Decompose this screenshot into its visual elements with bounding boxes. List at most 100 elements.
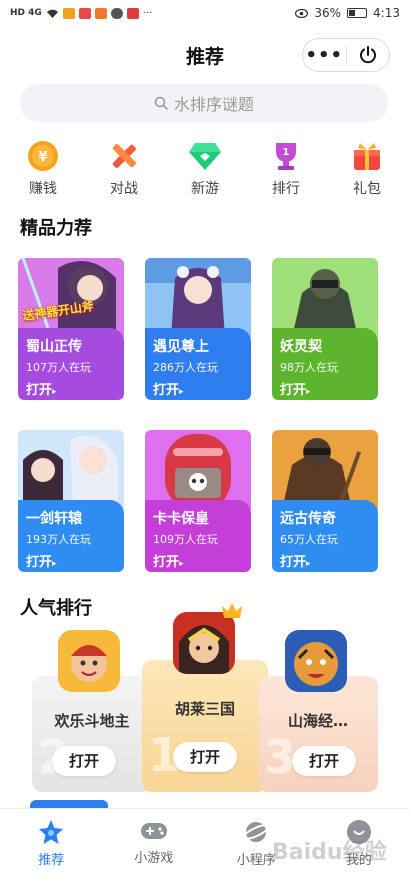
ranking-play-button[interactable]: 打开 bbox=[52, 746, 116, 776]
game-cover-art bbox=[18, 258, 124, 338]
quick-nav-label: 礼包 bbox=[353, 181, 381, 197]
arrow-right-icon: ▸ bbox=[179, 387, 184, 397]
game-card[interactable]: 送神器开山斧 蜀山正传 107万人在玩 打开▸ bbox=[18, 258, 124, 400]
quick-nav-label: 对战 bbox=[110, 181, 138, 197]
search-input[interactable]: 水排序谜题 bbox=[20, 84, 388, 122]
power-icon bbox=[359, 46, 376, 64]
game-name: 遇见尊上 bbox=[153, 339, 209, 355]
quick-nav-new-games[interactable]: 新游 bbox=[170, 140, 240, 198]
more-button[interactable]: ••• bbox=[303, 45, 346, 66]
game-card-panel: 遇见尊上 286万人在玩 打开▸ bbox=[145, 328, 251, 400]
arrow-right-icon: ▸ bbox=[52, 559, 57, 569]
tab-label: 小程序 bbox=[236, 853, 276, 868]
game-name: 卡卡保皇 bbox=[153, 511, 209, 527]
game-cover-art bbox=[145, 258, 251, 338]
game-card-panel: 一剑轩辕 193万人在玩 打开▸ bbox=[18, 500, 124, 572]
battery-icon bbox=[347, 8, 368, 18]
watermark: Baidu经验 bbox=[272, 840, 387, 865]
play-button[interactable]: 打开▸ bbox=[280, 551, 311, 570]
tab-recommend[interactable]: 推荐 bbox=[0, 809, 103, 882]
game-card[interactable]: 一剑轩辕 193万人在玩 打开▸ bbox=[18, 430, 124, 572]
eye-icon bbox=[295, 8, 309, 18]
search-icon bbox=[154, 96, 168, 110]
game-name: 妖灵契 bbox=[280, 339, 322, 355]
game-icon[interactable] bbox=[285, 630, 347, 692]
play-label: 打开 bbox=[280, 555, 307, 570]
quick-nav-ranking[interactable]: 1 排行 bbox=[251, 140, 321, 198]
notification-icon bbox=[78, 7, 91, 19]
game-card[interactable]: 卡卡保皇 109万人在玩 打开▸ bbox=[145, 430, 251, 572]
network-indicator: HD 4G bbox=[10, 8, 42, 18]
notification-icon bbox=[126, 7, 139, 19]
player-count: 107万人在玩 bbox=[26, 361, 91, 374]
status-right: 36% 4:13 bbox=[295, 6, 400, 20]
status-bar: HD 4G ··· 36% 4:13 bbox=[0, 0, 410, 26]
crossed-swords-icon bbox=[106, 140, 142, 172]
header: 推荐 ••• bbox=[0, 32, 410, 76]
game-card-panel: 卡卡保皇 109万人在玩 打开▸ bbox=[145, 500, 251, 572]
quick-nav-earn[interactable]: ¥ 赚钱 bbox=[8, 140, 78, 198]
close-button[interactable] bbox=[347, 45, 390, 65]
svg-text:¥: ¥ bbox=[38, 150, 47, 165]
play-button[interactable]: 打开▸ bbox=[26, 379, 57, 398]
game-cover-art bbox=[272, 430, 378, 510]
arrow-right-icon: ▸ bbox=[306, 387, 311, 397]
mini-program-capsule: ••• bbox=[302, 38, 390, 72]
featured-section-title: 精品力荐 bbox=[20, 218, 92, 239]
crown-icon bbox=[222, 603, 242, 618]
search-placeholder: 水排序谜题 bbox=[173, 95, 254, 114]
play-button[interactable]: 打开▸ bbox=[26, 551, 57, 570]
play-button[interactable]: 打开▸ bbox=[280, 379, 311, 398]
tab-mini-games[interactable]: 小游戏 bbox=[103, 809, 206, 882]
tab-label: 小游戏 bbox=[134, 851, 174, 866]
player-count: 98万人在玩 bbox=[280, 361, 338, 374]
star-icon bbox=[39, 820, 64, 844]
game-card-panel: 蜀山正传 107万人在玩 打开▸ bbox=[18, 328, 124, 400]
player-count: 65万人在玩 bbox=[280, 533, 338, 546]
game-card-panel: 妖灵契 98万人在玩 打开▸ bbox=[272, 328, 378, 400]
gift-icon bbox=[349, 140, 385, 172]
play-button[interactable]: 打开▸ bbox=[153, 379, 184, 398]
quick-nav-gift[interactable]: 礼包 bbox=[332, 140, 402, 198]
game-card[interactable]: 远古传奇 65万人在玩 打开▸ bbox=[272, 430, 378, 572]
play-button[interactable]: 打开▸ bbox=[153, 551, 184, 570]
coin-icon: ¥ bbox=[25, 140, 61, 172]
game-cover-art bbox=[145, 430, 251, 510]
message-icon bbox=[110, 7, 123, 19]
quick-nav: ¥ 赚钱 对战 新游 1 排行 礼包 bbox=[8, 140, 402, 198]
player-count: 286万人在玩 bbox=[153, 361, 218, 374]
player-count: 109万人在玩 bbox=[153, 533, 218, 546]
play-label: 打开 bbox=[153, 555, 180, 570]
ranking-play-button[interactable]: 打开 bbox=[292, 746, 356, 776]
notification-icon bbox=[94, 7, 107, 19]
quick-nav-label: 新游 bbox=[191, 181, 219, 197]
game-name: 蜀山正传 bbox=[26, 339, 82, 355]
ranking-game-name: 山海经… bbox=[287, 712, 348, 730]
game-name: 远古传奇 bbox=[280, 511, 336, 527]
play-label: 打开 bbox=[280, 383, 307, 398]
ranking-game-name: 欢乐斗地主 bbox=[54, 712, 130, 730]
rank-number: 3 bbox=[264, 730, 297, 784]
play-label: 打开 bbox=[26, 383, 53, 398]
game-card[interactable]: 遇见尊上 286万人在玩 打开▸ bbox=[145, 258, 251, 400]
arrow-right-icon: ▸ bbox=[179, 559, 184, 569]
battery-percent: 36% bbox=[314, 6, 342, 20]
gamepad-icon bbox=[140, 823, 167, 839]
player-count: 193万人在玩 bbox=[26, 533, 91, 546]
arrow-right-icon: ▸ bbox=[52, 387, 57, 397]
status-left: HD 4G ··· bbox=[10, 7, 152, 19]
tab-label: 推荐 bbox=[38, 853, 65, 868]
game-icon[interactable] bbox=[58, 630, 120, 692]
ranking-section-title: 人气排行 bbox=[20, 598, 92, 619]
ranking-play-button[interactable]: 打开 bbox=[173, 742, 237, 772]
quick-nav-label: 赚钱 bbox=[29, 181, 57, 197]
quick-nav-battle[interactable]: 对战 bbox=[89, 140, 159, 198]
play-label: 打开 bbox=[26, 555, 53, 570]
game-icon[interactable] bbox=[173, 612, 235, 674]
clock: 4:13 bbox=[373, 6, 400, 20]
quick-nav-label: 排行 bbox=[272, 181, 300, 197]
game-card[interactable]: 妖灵契 98万人在玩 打开▸ bbox=[272, 258, 378, 400]
ranking-game-name: 胡莱三国 bbox=[174, 700, 235, 718]
game-cover-art bbox=[18, 430, 124, 510]
arrow-right-icon: ▸ bbox=[306, 559, 311, 569]
